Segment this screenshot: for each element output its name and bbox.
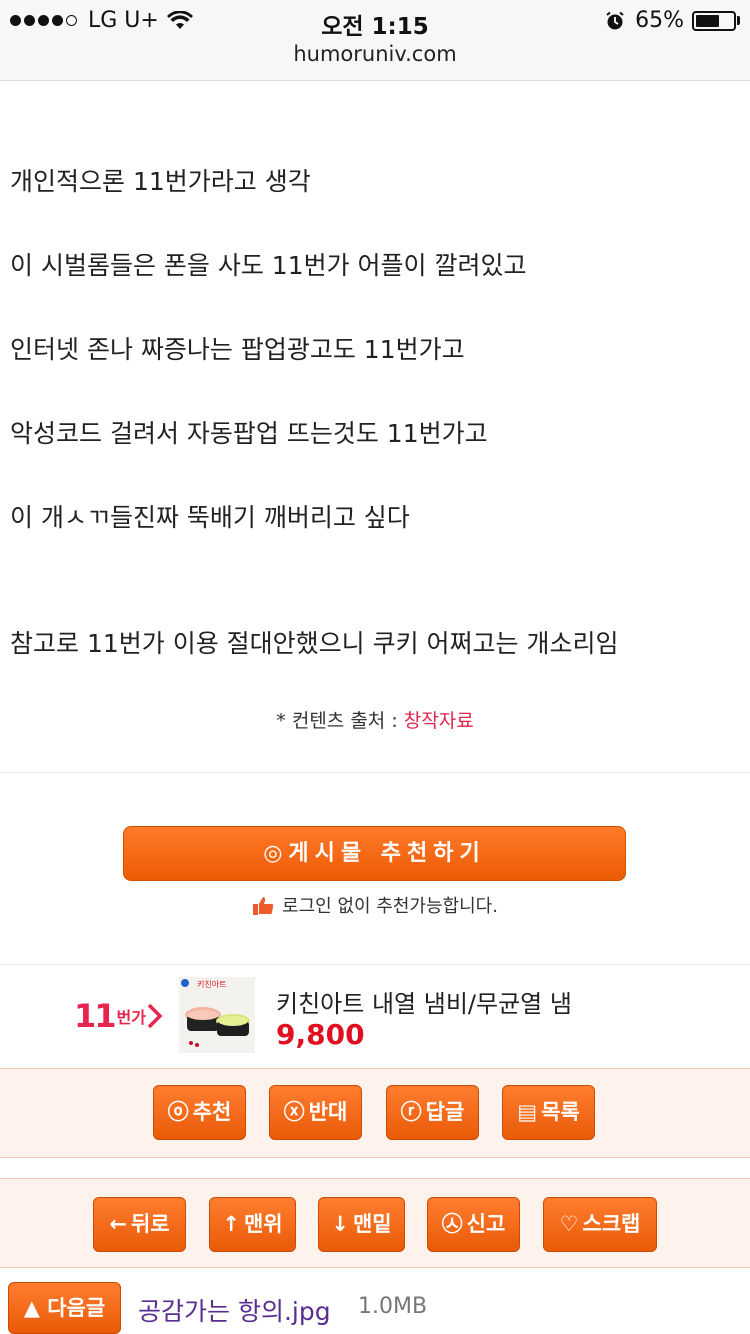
pot-image: 키친아트 [179, 977, 255, 1053]
reply-label: 답글 [425, 1100, 465, 1124]
heart-icon: ♡ [559, 1212, 579, 1236]
post-line: 이 시벌롬들은 폰을 사도 11번가 어플이 깔려있고 [10, 251, 527, 280]
upvote-icon: ⓞ [167, 1100, 189, 1124]
battery-icon [692, 10, 736, 31]
arrow-left-icon: ← [109, 1212, 127, 1236]
nav-bar: ← 뒤로 ↑ 맨위 ↓ 맨밑 ㉦ 신고 ♡ 스크랩 [0, 1178, 750, 1268]
thumb-brand: 키친아트 [197, 979, 226, 989]
divider [0, 964, 750, 965]
report-button[interactable]: ㉦ 신고 [427, 1197, 520, 1252]
post-line: 참고로 11번가 이용 절대안했으니 쿠키 어쩌고는 개소리임 [10, 629, 619, 658]
recommend-post-button[interactable]: ◎게시물 추천하기 [123, 826, 626, 881]
11st-logo[interactable]: 11 번가 [74, 996, 163, 1036]
report-icon: ㉦ [441, 1212, 463, 1236]
arrow-up-icon: ↑ [222, 1212, 240, 1236]
thumbs-up-icon [253, 897, 274, 915]
vote-bar: ⓞ 추천 ⓧ 반대 ⓡ 답글 ▤ 목록 [0, 1068, 750, 1158]
product-title[interactable]: 키친아트 내열 냄비/무균열 냄 [276, 984, 572, 1019]
post-line: 악성코드 걸려서 자동팝업 뜨는것도 11번가고 [10, 419, 488, 448]
post-line: 인터넷 존나 짜증나는 팝업광고도 11번가고 [10, 335, 465, 364]
next-post-size: 1.0MB [358, 1294, 428, 1319]
downvote-button[interactable]: ⓧ 반대 [269, 1085, 362, 1140]
list-button[interactable]: ▤ 목록 [502, 1085, 595, 1140]
battery-percent: 65% [635, 8, 684, 33]
top-label: 맨위 [243, 1212, 283, 1236]
url-bar[interactable]: humoruniv.com [0, 42, 750, 66]
list-label: 목록 [541, 1100, 580, 1124]
logo-word: 번가 [116, 1008, 146, 1027]
product-thumbnail[interactable]: 키친아트 [179, 977, 255, 1053]
post-line: 이 개ㅅㄲ들진짜 뚝배기 깨버리고 싶다 [10, 503, 410, 532]
upvote-button[interactable]: ⓞ 추천 [153, 1085, 246, 1140]
top-button[interactable]: ↑ 맨위 [209, 1197, 296, 1252]
scrap-label: 스크랩 [582, 1212, 641, 1236]
product-price: 9,800 [276, 1018, 365, 1051]
upvote-label: 추천 [192, 1100, 232, 1124]
alarm-icon [606, 11, 624, 29]
post-body: 개인적으론 11번가라고 생각 이 시벌롬들은 폰을 사도 11번가 어플이 깔… [10, 162, 740, 664]
back-label: 뒤로 [130, 1212, 170, 1236]
report-label: 신고 [466, 1212, 506, 1236]
next-post-title[interactable]: 공감가는 항의.jpg [138, 1292, 331, 1328]
list-icon: ▤ [517, 1100, 538, 1124]
reply-button[interactable]: ⓡ 답글 [386, 1085, 479, 1140]
logo-number: 11 [74, 997, 117, 1035]
post-line: 개인적으론 11번가라고 생각 [10, 167, 311, 196]
recommend-note-text: 로그인 없이 추천가능합니다. [282, 896, 498, 917]
status-right: 65% [605, 8, 740, 33]
recommend-note: 로그인 없이 추천가능합니다. [0, 892, 750, 918]
source-label: * 컨텐츠 출처 : [276, 710, 398, 732]
divider [0, 772, 750, 773]
bottom-button[interactable]: ↓ 맨밑 [318, 1197, 405, 1252]
chevron-right-icon [147, 1003, 163, 1029]
next-post-button[interactable]: ▲ 다음글 [8, 1282, 121, 1334]
downvote-label: 반대 [308, 1100, 348, 1124]
status-bar: LG U+ 오전 1:15 65% humoruniv.com [0, 0, 750, 81]
reply-icon: ⓡ [400, 1100, 422, 1124]
content-source: * 컨텐츠 출처 : 창작자료 [0, 706, 750, 733]
scrap-button[interactable]: ♡ 스크랩 [543, 1197, 657, 1252]
arrow-down-icon: ↓ [331, 1212, 349, 1236]
downvote-icon: ⓧ [283, 1100, 305, 1124]
bottom-label: 맨밑 [352, 1212, 392, 1236]
source-link[interactable]: 창작자료 [404, 710, 474, 732]
back-button[interactable]: ← 뒤로 [93, 1197, 186, 1252]
